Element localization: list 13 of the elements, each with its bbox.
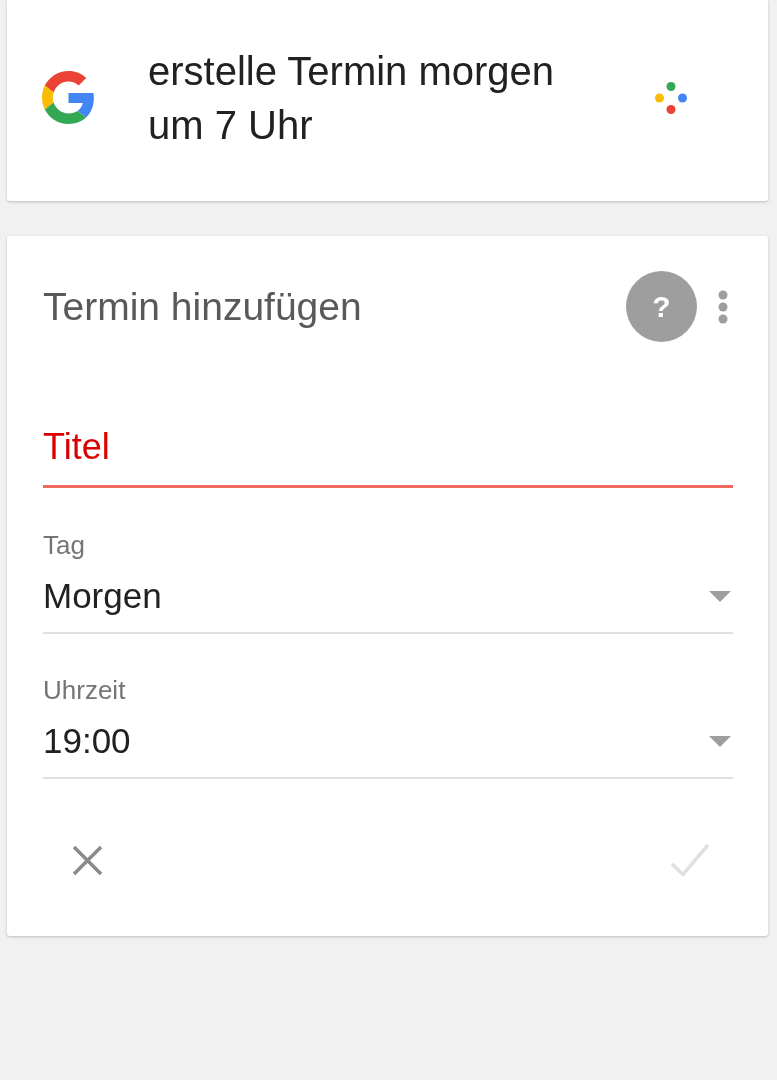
more-options-icon[interactable] bbox=[718, 289, 728, 324]
dropdown-field[interactable]: 19:00 bbox=[43, 721, 733, 779]
g-logo-icon bbox=[42, 71, 95, 124]
title-input[interactable]: Titel bbox=[43, 426, 733, 488]
caret-icon bbox=[709, 590, 731, 602]
card-title: Termin hinzufügen bbox=[43, 283, 362, 330]
four-dots-icon[interactable] bbox=[654, 80, 688, 115]
query-text: erstelle Termin morgen um 7 Uhr bbox=[148, 47, 556, 149]
field-label: Tag bbox=[43, 530, 86, 560]
caret-icon bbox=[709, 735, 731, 747]
close-icon[interactable] bbox=[72, 844, 103, 876]
dropdown-field[interactable]: Morgen bbox=[43, 576, 733, 634]
field-label: Uhrzeit bbox=[43, 675, 127, 705]
